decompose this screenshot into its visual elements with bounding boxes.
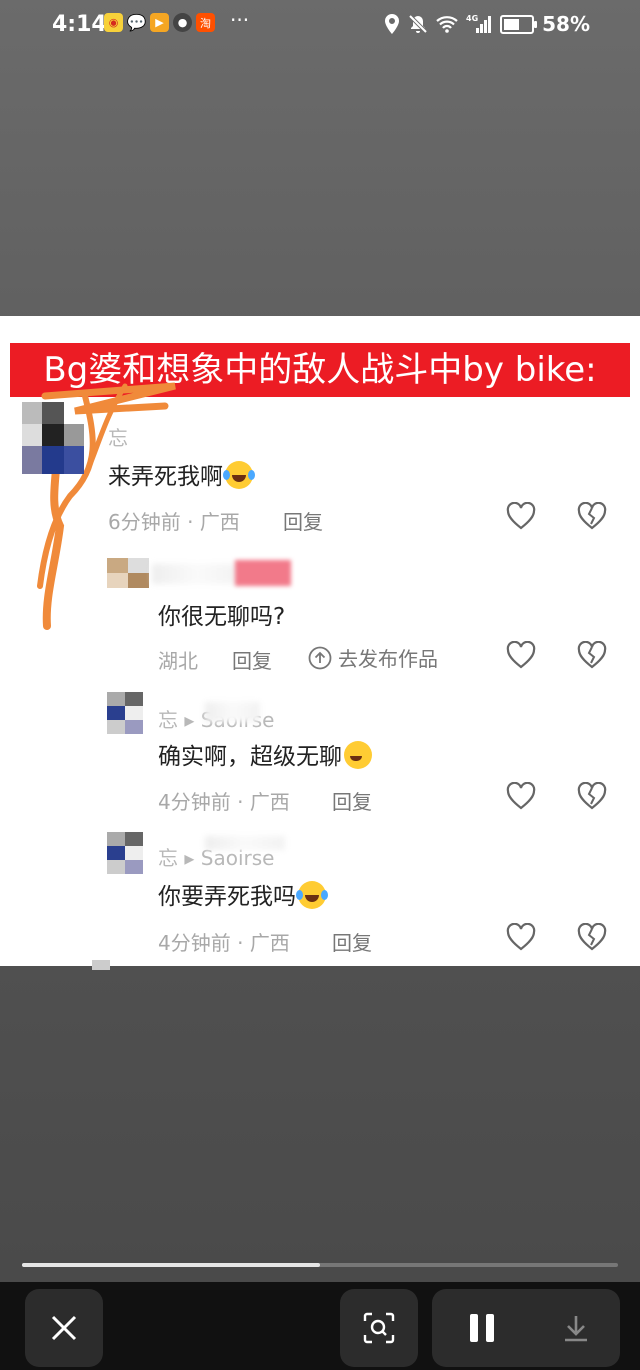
taobao-icon: 淘 [196,13,215,32]
video-app-icon: ▶ [150,13,169,32]
broken-heart-icon[interactable] [577,923,607,951]
progress-bar[interactable] [22,1263,618,1267]
heart-icon[interactable] [506,502,536,530]
status-bar: 4:14 ◉ 💬 ▶ ● 淘 ··· 4G 58% [0,0,640,52]
comment-location: 湖北 [158,649,198,673]
comment-author[interactable]: 忘 [108,422,128,451]
avatar[interactable] [107,558,149,588]
post-image[interactable]: Bg婆和想象中的敌人战斗中by bike: 忘 来弄死我啊 6分钟前 · 广西 … [0,316,640,966]
pause-button[interactable] [432,1289,532,1367]
blurred-username [205,702,260,722]
system-status: 4G 58% [384,12,590,36]
visual-search-button[interactable] [340,1289,418,1367]
comment-location: 广西 [249,790,290,814]
comment-time: 6分钟前 [108,510,181,534]
signal-icon: 4G [466,14,492,33]
avatar[interactable] [107,832,143,874]
heart-icon[interactable] [506,641,536,669]
playback-controls [432,1289,620,1367]
comment-location: 广西 [199,510,240,534]
publish-work-button[interactable]: 去发布作品 [308,643,438,672]
avatar[interactable] [22,402,84,474]
avatar-app-icon: ● [173,13,192,32]
comment-time: 4分钟前 [158,790,231,814]
comment-text: 你要弄死我吗 [158,877,328,911]
laugh-cry-emoji [296,881,328,909]
broken-heart-icon[interactable] [577,782,607,810]
broken-heart-icon[interactable] [577,641,607,669]
reply-button[interactable]: 回复 [332,786,372,815]
battery-fill [504,18,520,30]
wechat-icon: 💬 [126,13,147,32]
download-icon [565,1316,587,1342]
blurred-badge [235,560,291,586]
close-button[interactable] [25,1289,103,1367]
reply-button[interactable]: 回复 [232,645,272,674]
blurred-username [152,564,242,584]
comment-meta: 4分钟前 · 广西 [158,790,290,814]
location-icon [385,14,400,34]
bottom-toolbar [0,1282,640,1370]
publish-work-label: 去发布作品 [338,647,438,671]
battery-icon [500,14,538,34]
reply-button[interactable]: 回复 [283,506,323,535]
comment-text: 你很无聊吗? [158,604,286,630]
scan-search-icon [363,1312,395,1344]
comment-meta: 6分钟前 · 广西 [108,510,240,534]
heart-icon[interactable] [506,782,536,810]
reply-button[interactable]: 回复 [332,927,372,956]
battery-percent: 58% [542,12,590,36]
image-fragment [92,960,110,970]
comment-text: 来弄死我啊 [108,457,255,491]
download-button[interactable] [532,1289,620,1367]
comment-time: 4分钟前 [158,931,231,955]
close-icon [51,1315,77,1341]
comment-text: 确实啊，超级无聊 [158,737,372,771]
network-type-label: 4G [466,14,478,23]
more-notifications-icon: ··· [230,8,250,32]
progress-fill [22,1263,320,1267]
blurred-username [205,836,285,850]
weibo-icon: ◉ [104,13,123,32]
notification-icons: ◉ 💬 ▶ ● 淘 [104,13,215,32]
mute-icon [408,14,428,34]
upload-circle-icon [308,646,332,669]
wifi-icon [436,16,458,33]
comment-location: 广西 [249,931,290,955]
status-time: 4:14 [52,12,107,37]
laugh-cry-emoji [223,461,255,489]
broken-heart-icon[interactable] [577,502,607,530]
avatar[interactable] [107,692,143,734]
pause-icon [470,1314,494,1342]
heart-icon[interactable] [506,923,536,951]
wink-tongue-emoji [344,741,372,769]
comment-meta: 4分钟前 · 广西 [158,931,290,955]
